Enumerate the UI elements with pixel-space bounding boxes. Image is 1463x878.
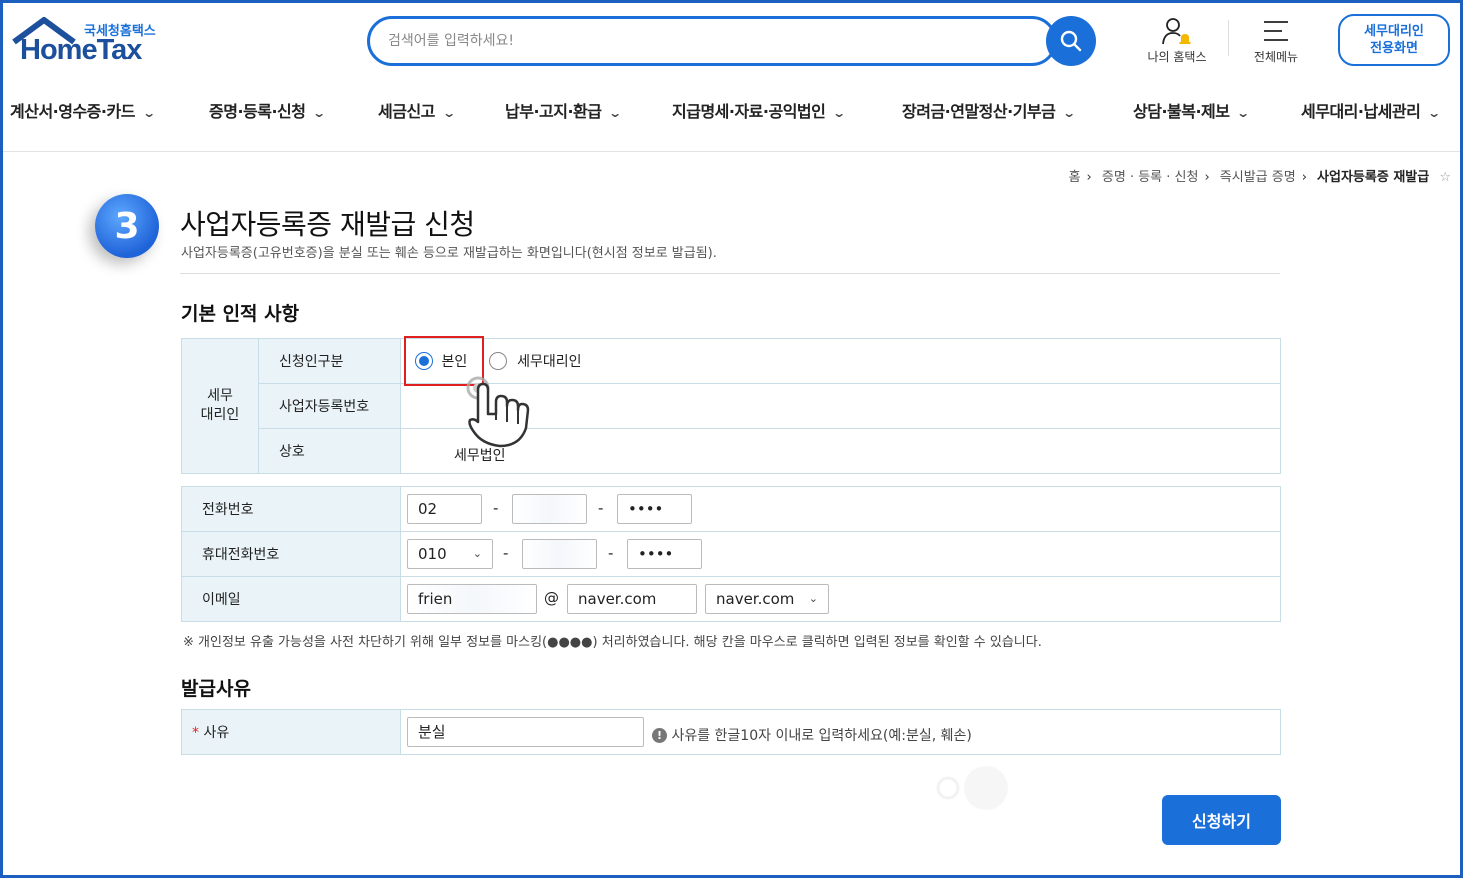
- chevron-down-icon: ⌄: [441, 106, 456, 120]
- phone-last-input[interactable]: ••••: [617, 494, 692, 524]
- email-id-input[interactable]: frien: [407, 584, 537, 614]
- phone-label: 전화번호: [181, 486, 401, 532]
- nav-divider: [3, 151, 1460, 152]
- email-domain-input[interactable]: naver.com: [567, 584, 697, 614]
- hometax-logo[interactable]: 국세청홈택스 HomeTax: [12, 16, 172, 72]
- nav-item-consult[interactable]: 상담·불복·제보 ⌄: [1133, 98, 1251, 122]
- required-star: *: [192, 725, 199, 741]
- nav-item-invoice[interactable]: 계산서·영수증·카드 ⌄: [10, 98, 156, 122]
- chevron-down-icon: ⌄: [472, 547, 482, 560]
- chevron-down-icon: ⌄: [1427, 106, 1441, 120]
- search-button[interactable]: [1046, 16, 1096, 66]
- page-title: 사업자등록증 재발급 신청: [180, 208, 475, 241]
- email-domain-select[interactable]: naver.com ⌄: [705, 584, 829, 614]
- tax-agent-group-label: 세무 대리인: [181, 338, 259, 474]
- all-menu-button[interactable]: 전체메뉴: [1236, 14, 1316, 65]
- breadcrumb-level2[interactable]: 즉시발급 증명: [1220, 170, 1296, 185]
- chevron-down-icon: ⌄: [1062, 106, 1076, 120]
- title-divider: [180, 273, 1280, 274]
- breadcrumb-level1[interactable]: 증명 · 등록 · 신청: [1102, 170, 1199, 185]
- mobile-middle-input[interactable]: [522, 539, 597, 569]
- breadcrumb: 홈 › 증명 · 등록 · 신청 › 즉시발급 증명 › 사업자등록증 재발급 ☆: [1068, 170, 1451, 185]
- reason-input[interactable]: 분실: [407, 717, 644, 747]
- pointer-hand-icon: [466, 376, 530, 448]
- company-name-label: 상호: [258, 428, 401, 474]
- my-hometax-button[interactable]: 나의 홈택스: [1137, 14, 1217, 65]
- basic-info-section-title: 기본 인적 사항: [181, 303, 300, 325]
- applicant-type-label: 신청인구분: [258, 338, 401, 384]
- chevron-down-icon: ⌄: [832, 106, 846, 120]
- mobile-last-input[interactable]: ••••: [627, 539, 702, 569]
- hamburger-menu-icon: [1264, 21, 1288, 41]
- email-label: 이메일: [181, 576, 401, 622]
- phone-dash-2: -: [598, 499, 604, 517]
- faded-pointer-icon: [936, 766, 1008, 810]
- breadcrumb-current: 사업자등록증 재발급: [1317, 170, 1430, 185]
- chevron-down-icon: ⌄: [312, 106, 327, 120]
- submit-button[interactable]: 신청하기: [1162, 795, 1281, 845]
- breadcrumb-home[interactable]: 홈: [1069, 170, 1081, 185]
- nav-item-payment[interactable]: 납부·고지·환급 ⌄: [505, 98, 623, 122]
- step-number-badge: 3: [95, 194, 159, 258]
- chevron-down-icon: ⌄: [1236, 106, 1251, 120]
- header-divider: [1228, 20, 1229, 56]
- tax-agent-screen-button[interactable]: 세무대리인 전용화면: [1338, 14, 1450, 66]
- phone-dash-1: -: [493, 499, 499, 517]
- reason-hint: ! 사유를 한글10자 이내로 입력하세요(예:분실, 훼손): [652, 725, 972, 745]
- email-at-sign: @: [544, 589, 559, 607]
- biz-no-label: 사업자등록번호: [258, 383, 401, 429]
- my-hometax-label: 나의 홈택스: [1147, 50, 1207, 64]
- chevron-down-icon: ⌄: [142, 106, 156, 120]
- info-icon: !: [652, 727, 667, 743]
- nav-item-incentive[interactable]: 장려금·연말정산·기부금 ⌄: [902, 98, 1077, 122]
- chevron-down-icon: ⌄: [608, 106, 623, 120]
- logo-english-text: HomeTax: [20, 34, 142, 66]
- reason-label-cell: * 사유: [181, 709, 401, 755]
- user-bell-icon: [1162, 18, 1191, 45]
- search-box[interactable]: [367, 16, 1057, 66]
- mobile-label: 휴대전화번호: [181, 531, 401, 577]
- reason-section-title: 발급사유: [181, 678, 251, 700]
- masking-note: ※ 개인정보 유출 가능성을 사전 차단하기 위해 일부 정보를 마스킹(●●●…: [183, 635, 1042, 650]
- radio-tax-agent[interactable]: [488, 352, 507, 370]
- phone-area-input[interactable]: 02: [407, 494, 482, 524]
- chevron-down-icon: ⌄: [808, 592, 818, 605]
- nav-item-certificate[interactable]: 증명·등록·신청 ⌄: [209, 98, 327, 122]
- star-favorite-icon[interactable]: ☆: [1439, 170, 1451, 185]
- radio-tax-agent-label[interactable]: 세무대리인: [517, 354, 581, 370]
- nav-item-statements[interactable]: 지급명세·자료·공익법인 ⌄: [672, 98, 847, 122]
- nav-item-tax-return[interactable]: 세금신고 ⌄: [378, 98, 456, 122]
- page-subtitle: 사업자등록증(고유번호증)을 분실 또는 훼손 등으로 재발급하는 화면입니다(…: [181, 246, 717, 261]
- basic-info-table: 세무 대리인 신청인구분 본인 세무대리인 사업자등록번호 상호 세무법인: [181, 338, 1281, 474]
- mobile-dash-1: -: [503, 544, 509, 562]
- mobile-prefix-select[interactable]: 010 ⌄: [407, 539, 493, 569]
- tax-agent-btn-line1: 세무대리인: [1364, 24, 1424, 39]
- main-navigation: 계산서·영수증·카드 ⌄ 증명·등록·신청 ⌄ 세금신고 ⌄ 납부·고지·환급 ⌄ 지급…: [0, 92, 1463, 128]
- all-menu-label: 전체메뉴: [1253, 50, 1299, 64]
- phone-middle-input[interactable]: [512, 494, 587, 524]
- reason-label: 사유: [203, 725, 230, 741]
- search-icon: [1060, 30, 1082, 52]
- mobile-dash-2: -: [608, 544, 614, 562]
- nav-item-tax-agent[interactable]: 세무대리·납세관리 ⌄: [1301, 98, 1441, 122]
- search-input[interactable]: [388, 29, 988, 53]
- tax-agent-btn-line2: 전용화면: [1370, 41, 1418, 56]
